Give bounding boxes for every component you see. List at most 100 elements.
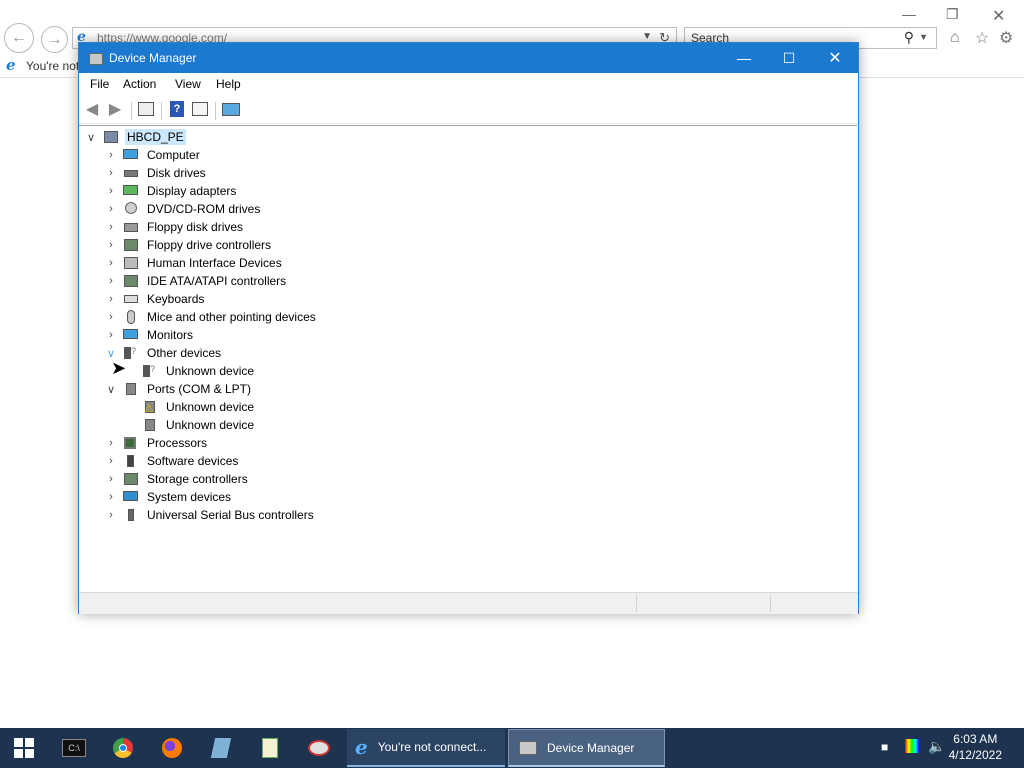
start-button[interactable] (4, 730, 44, 766)
collapse-chevron-icon[interactable]: ∨ (85, 131, 97, 144)
properties-icon[interactable] (137, 100, 155, 118)
expand-chevron-icon[interactable]: › (105, 239, 117, 251)
tree-item-monitors[interactable]: › Monitors (105, 326, 195, 344)
expand-chevron-icon[interactable]: › (105, 329, 117, 341)
expand-chevron-icon[interactable]: › (105, 293, 117, 305)
tree-item-label: Display adapters (147, 184, 237, 198)
menu-view[interactable]: View (175, 77, 201, 91)
task-label: You're not connect... (377, 740, 487, 754)
tree-child-unknown-device[interactable]: ? Unknown device (142, 362, 256, 380)
tree-item-system-devices[interactable]: › System devices (105, 488, 233, 506)
menu-action[interactable]: Action (123, 77, 156, 91)
notepad-icon (210, 738, 232, 758)
expand-chevron-icon[interactable]: › (105, 275, 117, 287)
tree-item-software-devices[interactable]: › Software devices (105, 452, 240, 470)
expand-chevron-icon[interactable]: › (105, 221, 117, 233)
tree-item-label: System devices (147, 490, 232, 504)
chrome-app[interactable] (103, 730, 143, 766)
expand-chevron-icon[interactable]: › (105, 185, 117, 197)
tree-item-computer[interactable]: › Computer (105, 146, 202, 164)
restore-icon[interactable]: ❐ (946, 6, 959, 23)
tree-item-usb-controllers[interactable]: › Universal Serial Bus controllers (105, 506, 316, 524)
cmd-app[interactable]: C:\ (54, 730, 94, 766)
forward-arrow-icon[interactable]: ▶ (106, 100, 124, 118)
menu-bar: File Action View Help (79, 73, 858, 95)
tree-item-mice[interactable]: › Mice and other pointing devices (105, 308, 318, 326)
expand-chevron-icon[interactable]: › (105, 167, 117, 179)
tree-item-dvd-drives[interactable]: › DVD/CD-ROM drives (105, 200, 262, 218)
maximize-button[interactable]: ☐ (766, 43, 812, 73)
settings-gear-icon[interactable]: ⚙ (999, 28, 1013, 48)
expand-chevron-icon[interactable]: › (105, 149, 117, 161)
display-adapter-icon (123, 184, 139, 198)
volume-muted-icon[interactable]: 🔈 (928, 738, 945, 755)
view-icon[interactable] (191, 100, 209, 118)
minimize-icon[interactable]: — (902, 6, 916, 22)
tree-child-unknown-device[interactable]: Unknown device (142, 416, 256, 434)
expand-chevron-icon[interactable]: › (105, 437, 117, 449)
forward-button[interactable]: → (41, 26, 68, 53)
task-ie[interactable]: e You're not connect... (347, 729, 505, 767)
device-manager-icon (87, 50, 103, 66)
minimize-button[interactable]: — (721, 43, 767, 73)
help-icon[interactable]: ? (168, 100, 186, 118)
tree-item-processors[interactable]: › Processors (105, 434, 209, 452)
tree-item-storage-controllers[interactable]: › Storage controllers (105, 470, 250, 488)
floppy-controller-icon (123, 238, 139, 252)
close-icon[interactable]: ✕ (992, 6, 1005, 26)
tree-child-unknown-device[interactable]: ⚠ Unknown device (142, 398, 256, 416)
firefox-icon (162, 738, 182, 758)
tree-item-ports[interactable]: ∨ Ports (COM & LPT) (105, 380, 253, 398)
close-button[interactable]: ✕ (812, 43, 858, 73)
expand-chevron-icon[interactable]: › (105, 473, 117, 485)
clock[interactable]: 6:03 AM 4/12/2022 (949, 731, 1002, 763)
toolbar-divider (131, 102, 132, 120)
expand-chevron-icon[interactable]: › (105, 311, 117, 323)
tree-item-keyboards[interactable]: › Keyboards (105, 290, 206, 308)
favorites-icon[interactable]: ☆ (975, 28, 989, 48)
search-icon[interactable]: ⚲ (904, 29, 914, 46)
computer-root-icon (103, 130, 119, 144)
tree-item-floppy-controllers[interactable]: › Floppy drive controllers (105, 236, 273, 254)
back-arrow-icon[interactable]: ◀ (83, 100, 101, 118)
tree-item-floppy-disk-drives[interactable]: › Floppy disk drives (105, 218, 245, 236)
notepad-app[interactable] (201, 730, 241, 766)
expand-chevron-icon[interactable]: › (105, 203, 117, 215)
clock-date: 4/12/2022 (948, 748, 1002, 762)
collapse-chevron-icon[interactable]: ∨ (105, 383, 117, 396)
color-tray-icon[interactable] (905, 739, 919, 753)
back-button[interactable]: ← (4, 23, 34, 53)
title-bar[interactable]: Device Manager — ☐ ✕ (79, 43, 858, 73)
tree-item-display-adapters[interactable]: › Display adapters (105, 182, 238, 200)
menu-file[interactable]: File (90, 77, 109, 91)
expand-chevron-icon[interactable]: › (105, 509, 117, 521)
monitor-icon (123, 328, 139, 342)
firefox-app[interactable] (152, 730, 192, 766)
ie-taskbar-icon: e (355, 735, 368, 759)
tree-item-hid[interactable]: › Human Interface Devices (105, 254, 284, 272)
unknown-device-icon: ? (142, 364, 158, 378)
dropdown-icon[interactable]: ▼ (642, 31, 652, 42)
task-device-manager[interactable]: Device Manager (508, 729, 665, 767)
tree-item-label: Ports (COM & LPT) (147, 382, 252, 396)
expand-chevron-icon[interactable]: › (105, 455, 117, 467)
tree-root[interactable]: ∨ HBCD_PE (85, 128, 186, 146)
scan-hardware-icon[interactable] (222, 100, 240, 118)
home-icon[interactable]: ⌂ (950, 29, 960, 47)
search-dropdown-icon[interactable]: ▼ (919, 32, 928, 42)
paint-app[interactable] (299, 730, 339, 766)
system-device-icon (123, 490, 139, 504)
tree-item-disk-drives[interactable]: › Disk drives (105, 164, 208, 182)
tree-item-label: Mice and other pointing devices (147, 310, 316, 324)
tree-item-label: Floppy drive controllers (147, 238, 272, 252)
editor-app[interactable] (250, 730, 290, 766)
expand-chevron-icon[interactable]: › (105, 491, 117, 503)
hid-icon (123, 256, 139, 270)
mouse-cursor-icon: ➤ (111, 358, 127, 378)
menu-help[interactable]: Help (216, 77, 241, 91)
tree-item-ide-controllers[interactable]: › IDE ATA/ATAPI controllers (105, 272, 288, 290)
network-icon[interactable]: ■ (881, 740, 888, 754)
tab-title: You're not (26, 59, 80, 73)
task-label: Device Manager (547, 740, 635, 755)
expand-chevron-icon[interactable]: › (105, 257, 117, 269)
